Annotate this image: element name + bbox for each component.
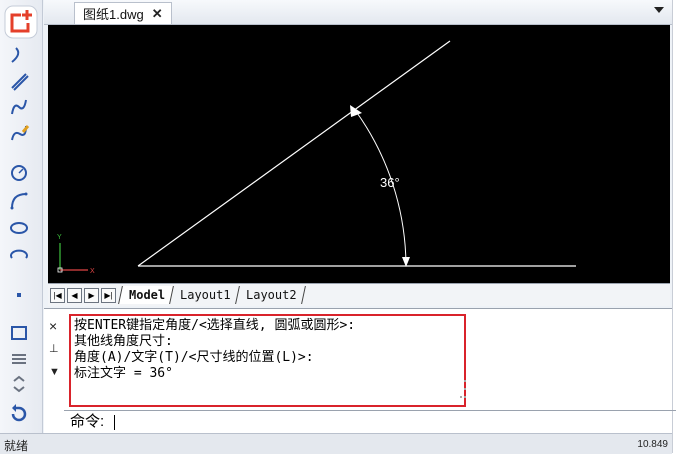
close-icon[interactable]: × <box>49 318 57 334</box>
layout-tab-bar: |◀ ◀ ▶ ▶| Model Layout1 Layout2 <box>48 283 670 306</box>
document-tab-bar: 图纸1.dwg ✕ <box>44 0 672 25</box>
tab-layout1-label: Layout1 <box>180 288 231 302</box>
ellipse-arc-icon[interactable] <box>8 244 30 266</box>
line-icon[interactable] <box>8 44 30 66</box>
arc3-icon[interactable] <box>8 190 30 212</box>
dimension-text: 36° <box>380 175 400 190</box>
canvas-svg: 36° Y X <box>57 40 576 275</box>
point-icon[interactable] <box>8 284 30 306</box>
resize-grip[interactable] <box>458 378 468 406</box>
ucs-y-label: Y <box>57 234 62 241</box>
last-layout-button[interactable]: ▶| <box>101 287 116 303</box>
chevron-down-icon[interactable] <box>654 7 664 13</box>
more-icon[interactable] <box>8 372 30 394</box>
command-history: 按ENTER键指定角度/<选择直线, 圆弧或圆形>: 其他线角度尺寸: 角度(A… <box>69 314 466 407</box>
coordinate-readout: 10.849 <box>637 439 668 450</box>
tab-model-label: Model <box>129 288 166 302</box>
ellipse-icon[interactable] <box>8 216 30 238</box>
cad-window: 图纸1.dwg ✕ 36° Y X |◀ ◀ ▶ ▶| Model Layout… <box>0 0 676 454</box>
text-caret <box>114 414 116 430</box>
ucs-x-label: X <box>90 268 95 275</box>
circle-icon[interactable] <box>8 162 30 184</box>
command-panel-controls: × ⊥ ▼ <box>44 312 64 412</box>
history-line: 标注文字 = 36° <box>74 366 173 381</box>
undo-icon[interactable] <box>8 402 30 424</box>
rect-icon[interactable] <box>8 322 30 344</box>
arc-icon[interactable] <box>8 122 30 144</box>
tab-model[interactable]: Model <box>118 286 174 304</box>
status-bar: 就绪 10.849 <box>0 433 672 454</box>
tab-layout1[interactable]: Layout1 <box>169 286 239 304</box>
command-input[interactable]: 命令: <box>64 410 676 433</box>
first-layout-button[interactable]: |◀ <box>50 287 65 303</box>
tab-drawing1[interactable]: 图纸1.dwg ✕ <box>74 2 172 24</box>
polyline-icon[interactable] <box>8 70 30 92</box>
spline-icon[interactable] <box>8 96 30 118</box>
command-prompt-label: 命令: <box>70 413 105 430</box>
close-icon[interactable]: ✕ <box>152 6 163 22</box>
tab-layout2-label: Layout2 <box>245 288 297 302</box>
prev-layout-button[interactable]: ◀ <box>67 287 82 303</box>
tab-title: 图纸1.dwg <box>83 7 144 22</box>
history-line: 其他线角度尺寸: <box>74 334 173 349</box>
hatch-icon[interactable] <box>8 348 30 370</box>
ucs-icon: Y X <box>57 234 95 275</box>
dimension-arrow-top <box>350 105 362 117</box>
history-line: 按ENTER键指定角度/<选择直线, 圆弧或圆形>: <box>74 318 356 333</box>
angled-line[interactable] <box>137 40 451 267</box>
tab-layout2[interactable]: Layout2 <box>234 286 306 304</box>
application-menu-button[interactable] <box>3 4 39 40</box>
status-text: 就绪 <box>4 439 29 453</box>
menu-icon[interactable]: ▼ <box>49 366 60 378</box>
draw-toolbar <box>0 0 43 433</box>
next-layout-button[interactable]: ▶ <box>84 287 99 303</box>
pin-icon[interactable]: ⊥ <box>49 342 59 355</box>
history-line: 角度(A)/文字(T)/<尺寸线的位置(L)>: <box>74 350 314 365</box>
drawing-canvas[interactable]: 36° Y X <box>48 25 670 283</box>
